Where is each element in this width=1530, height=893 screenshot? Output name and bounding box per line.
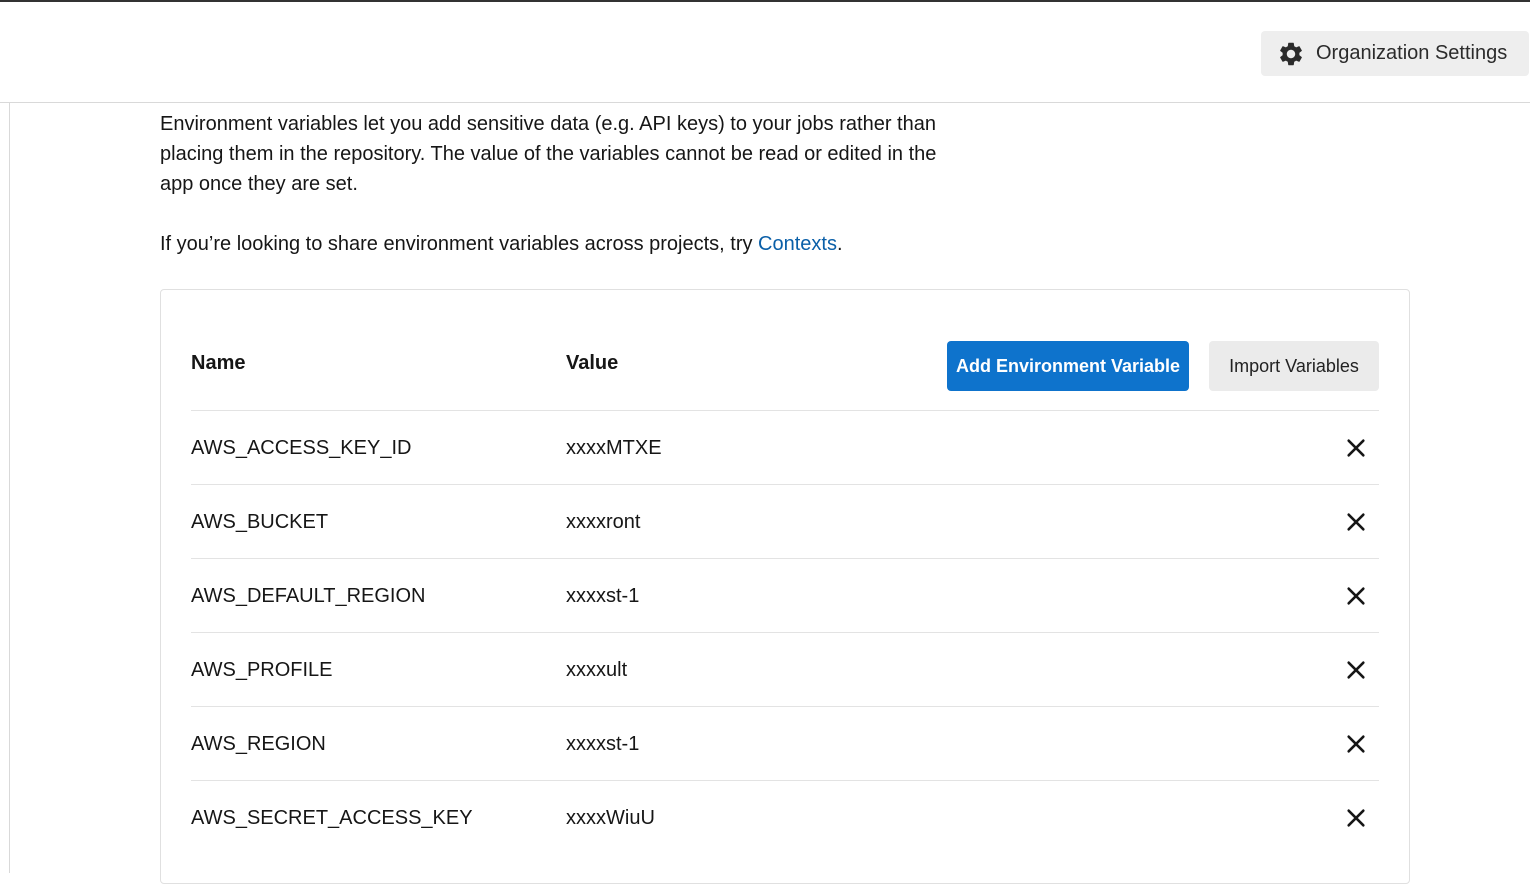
table-row: AWS_ACCESS_KEY_ID xxxxMTXE — [191, 410, 1379, 484]
share-paragraph: If you’re looking to share environment v… — [160, 229, 1060, 259]
variable-value: xxxxMTXE — [566, 437, 662, 459]
variable-value: xxxxult — [566, 659, 628, 681]
delete-variable-button[interactable] — [1345, 437, 1367, 459]
variable-name: AWS_REGION — [191, 733, 326, 755]
close-icon — [1347, 587, 1365, 605]
column-header-name: Name — [191, 352, 246, 374]
organization-settings-label: Organization Settings — [1316, 42, 1508, 64]
table-row: AWS_BUCKET xxxxront — [191, 484, 1379, 558]
table-row: AWS_SECRET_ACCESS_KEY xxxxWiuU — [191, 780, 1379, 854]
delete-variable-button[interactable] — [1345, 733, 1367, 755]
share-suffix: . — [836, 233, 843, 255]
variable-value: xxxxWiuU — [566, 807, 655, 829]
variable-value: xxxxst-1 — [566, 733, 640, 755]
gear-icon — [1280, 42, 1302, 65]
variable-name: AWS_DEFAULT_REGION — [191, 585, 426, 607]
delete-variable-button[interactable] — [1345, 659, 1367, 681]
table-row: AWS_DEFAULT_REGION xxxxst-1 — [191, 558, 1379, 632]
variable-value: xxxxront — [566, 511, 641, 533]
env-variables-list: AWS_ACCESS_KEY_ID xxxxMTXE AWS_BUCKET xxxxr… — [191, 410, 1379, 854]
delete-variable-button[interactable] — [1345, 585, 1367, 607]
intro-paragraph: Environment variables let you add sensit… — [160, 113, 937, 195]
delete-variable-button[interactable] — [1345, 807, 1367, 829]
organization-settings-button[interactable]: Organization Settings — [1261, 31, 1529, 76]
env-variables-card: Name Value Add Environment Variable Impo… — [160, 289, 1410, 884]
import-variables-button[interactable]: Import Variables — [1209, 341, 1379, 391]
close-icon — [1347, 513, 1365, 531]
close-icon — [1347, 735, 1365, 753]
table-row: AWS_REGION xxxxst-1 — [191, 706, 1379, 780]
left-divider — [9, 103, 10, 873]
delete-variable-button[interactable] — [1345, 511, 1367, 533]
variable-name: AWS_SECRET_ACCESS_KEY — [191, 807, 473, 829]
table-row: AWS_PROFILE xxxxult — [191, 632, 1379, 706]
variable-value: xxxxst-1 — [566, 585, 640, 607]
contexts-link[interactable]: Contexts — [758, 233, 837, 255]
page-header: Organization Settings — [0, 2, 1530, 103]
variable-name: AWS_PROFILE — [191, 659, 333, 681]
variable-name: AWS_ACCESS_KEY_ID — [191, 437, 412, 459]
share-text: If you’re looking to share environment v… — [160, 233, 759, 255]
close-icon — [1347, 809, 1365, 827]
close-icon — [1347, 661, 1365, 679]
column-header-value: Value — [566, 352, 619, 374]
close-icon — [1347, 439, 1365, 457]
variable-name: AWS_BUCKET — [191, 511, 329, 533]
add-environment-variable-button[interactable]: Add Environment Variable — [947, 341, 1189, 391]
